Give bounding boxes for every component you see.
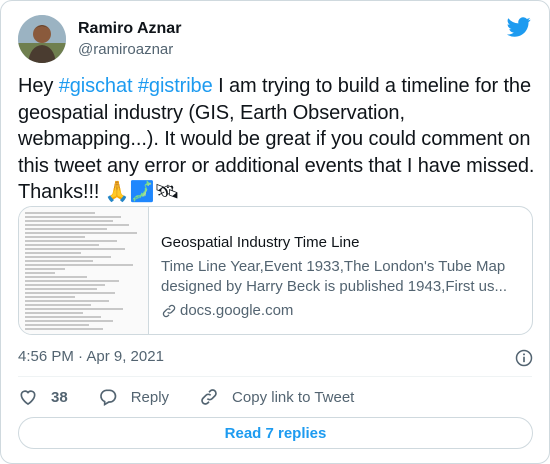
thumbnail-line bbox=[25, 324, 89, 326]
thumbnail-line bbox=[25, 284, 105, 286]
link-preview-card[interactable]: Geospatial Industry Time Line Time Line … bbox=[18, 206, 533, 335]
tweet-text-line: Thanks!!! 🙏🗾🛰 bbox=[18, 179, 538, 206]
thumbnail-line bbox=[25, 256, 111, 258]
link-preview-thumbnail bbox=[19, 207, 149, 334]
divider bbox=[18, 376, 532, 377]
tweet-text-segment: I am trying to build a timeline for the bbox=[212, 75, 531, 97]
info-icon[interactable] bbox=[514, 348, 534, 368]
thumbnail-line bbox=[25, 220, 113, 222]
tweet-card: Ramiro Aznar @ramiroaznar Hey #gischat #… bbox=[0, 0, 550, 464]
thumbnail-line bbox=[25, 252, 81, 254]
thumbnail-line bbox=[25, 264, 133, 266]
tweet-text-segment: webmapping...). It would be great if you… bbox=[18, 128, 531, 150]
thumbnail-line bbox=[25, 216, 121, 218]
thumbnail-line bbox=[25, 280, 119, 282]
tweet-text-line: webmapping...). It would be great if you… bbox=[18, 126, 538, 153]
thumbnail-line bbox=[25, 276, 87, 278]
tweet-text-segment: geospatial industry (GIS, Earth Observat… bbox=[18, 101, 405, 124]
thumbnail-line bbox=[25, 328, 103, 330]
thumbnail-line bbox=[25, 272, 55, 274]
thumbnail-line bbox=[25, 300, 109, 302]
link-preview-description-line2: designed by Harry Beck is published 1943… bbox=[161, 278, 508, 295]
link-preview-domain: docs.google.com bbox=[161, 301, 518, 321]
tweet-text-segment: Hey bbox=[18, 75, 59, 97]
author-handle[interactable]: @ramiroaznar bbox=[78, 41, 173, 58]
tweet-text-line: geospatial industry (GIS, Earth Observat… bbox=[18, 100, 538, 127]
read-replies-button[interactable]: Read 7 replies bbox=[18, 417, 533, 449]
like-count: 38 bbox=[51, 388, 68, 406]
tweet-actions: 38 Reply Copy link to Tweet bbox=[18, 385, 384, 409]
thumbnail-line bbox=[25, 212, 95, 214]
thumbnail-line bbox=[25, 292, 115, 294]
reply-label: Reply bbox=[130, 388, 170, 406]
thumbnail-line bbox=[25, 236, 85, 238]
link-preview-title: Geospatial Industry Time Line bbox=[161, 234, 360, 251]
link-preview-description-line1: Time Line Year,Event 1933,The London's T… bbox=[161, 258, 506, 275]
author-name[interactable]: Ramiro Aznar bbox=[78, 20, 181, 38]
tweet-timestamp[interactable]: 4:56 PM · Apr 9, 2021 bbox=[18, 348, 164, 365]
like-button[interactable]: 38 bbox=[18, 387, 68, 407]
thumbnail-line bbox=[25, 308, 123, 310]
reply-bubble-icon bbox=[99, 389, 117, 406]
thumbnail-line bbox=[25, 320, 113, 322]
thumbnail-line bbox=[25, 228, 107, 230]
reply-button[interactable]: Reply bbox=[98, 387, 169, 407]
thumbnail-line bbox=[25, 296, 75, 298]
heart-icon bbox=[20, 390, 36, 406]
avatar[interactable] bbox=[18, 15, 66, 63]
copy-link-label: Copy link to Tweet bbox=[232, 388, 355, 406]
tweet-text-segment: Thanks!!! 🙏🗾🛰 bbox=[18, 181, 180, 203]
link-icon bbox=[201, 389, 217, 405]
tweet-text-line: this tweet any error or additional event… bbox=[18, 153, 538, 180]
thumbnail-line bbox=[25, 312, 83, 314]
hashtag-link[interactable]: #gistribe bbox=[138, 75, 213, 97]
hashtag-link[interactable]: #gischat bbox=[59, 75, 133, 97]
thumbnail-line bbox=[25, 260, 93, 262]
tweet-text-line: Hey #gischat #gistribe I am trying to bu… bbox=[18, 73, 538, 100]
thumbnail-line bbox=[25, 316, 101, 318]
thumbnail-line bbox=[25, 248, 125, 250]
link-preview-description: Time Line Year,Event 1933,The London's T… bbox=[161, 257, 518, 297]
tweet-text: Hey #gischat #gistribe I am trying to bu… bbox=[18, 73, 538, 206]
tweet-text-segment: this tweet any error or additional event… bbox=[18, 154, 535, 177]
twitter-bird-icon[interactable] bbox=[506, 15, 532, 39]
thumbnail-line bbox=[25, 240, 117, 242]
thumbnail-line bbox=[25, 244, 99, 246]
thumbnail-line bbox=[25, 232, 137, 234]
tweet-header: Ramiro Aznar @ramiroaznar bbox=[18, 15, 532, 65]
link-preview-body: Geospatial Industry Time Line Time Line … bbox=[161, 221, 518, 321]
link-icon bbox=[162, 304, 176, 318]
thumbnail-line bbox=[25, 288, 97, 290]
thumbnail-line bbox=[25, 224, 129, 226]
thumbnail-line bbox=[25, 304, 91, 306]
link-preview-domain-text: docs.google.com bbox=[180, 302, 294, 319]
thumbnail-line bbox=[25, 268, 65, 270]
copy-link-button[interactable]: Copy link to Tweet bbox=[199, 387, 354, 407]
